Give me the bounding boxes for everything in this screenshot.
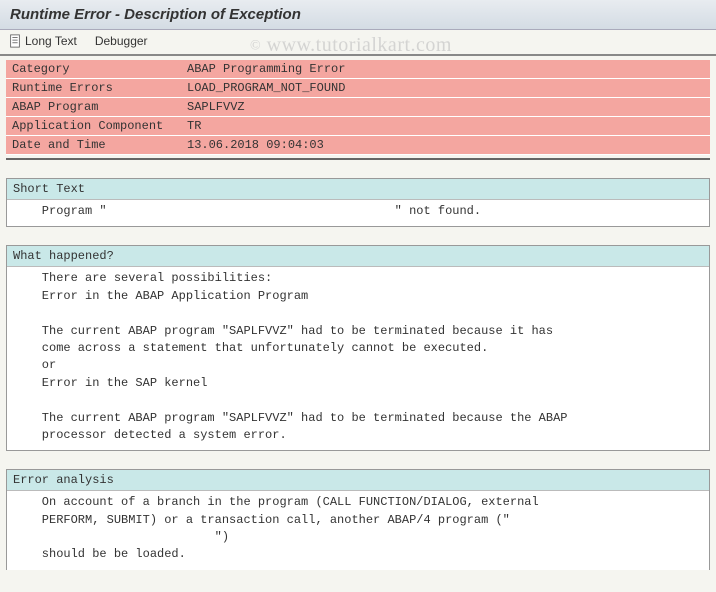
table-row: CategoryABAP Programming Error	[6, 60, 710, 79]
long-text-label: Long Text	[25, 34, 77, 48]
document-icon	[8, 34, 22, 48]
table-row: Application ComponentTR	[6, 117, 710, 136]
toolbar: Long Text Debugger	[0, 30, 716, 56]
page-title: Runtime Error - Description of Exception	[0, 0, 716, 30]
table-row: ABAP ProgramSAPLFVVZ	[6, 98, 710, 117]
section-body: There are several possibilities: Error i…	[7, 267, 709, 450]
debugger-label: Debugger	[95, 34, 148, 48]
section-header: Short Text	[7, 179, 709, 200]
section-body: On account of a branch in the program (C…	[7, 491, 709, 570]
error-info-table: CategoryABAP Programming Error Runtime E…	[6, 60, 710, 155]
error-analysis-section: Error analysis On account of a branch in…	[6, 469, 710, 570]
long-text-button[interactable]: Long Text	[8, 34, 77, 48]
what-happened-section: What happened? There are several possibi…	[6, 245, 710, 451]
section-header: Error analysis	[7, 470, 709, 491]
table-row: Runtime ErrorsLOAD_PROGRAM_NOT_FOUND	[6, 79, 710, 98]
section-body: Program " " not found.	[7, 200, 709, 226]
divider	[6, 158, 710, 160]
short-text-section: Short Text Program " " not found.	[6, 178, 710, 227]
table-row: Date and Time13.06.2018 09:04:03	[6, 136, 710, 155]
debugger-button[interactable]: Debugger	[95, 34, 148, 48]
section-header: What happened?	[7, 246, 709, 267]
